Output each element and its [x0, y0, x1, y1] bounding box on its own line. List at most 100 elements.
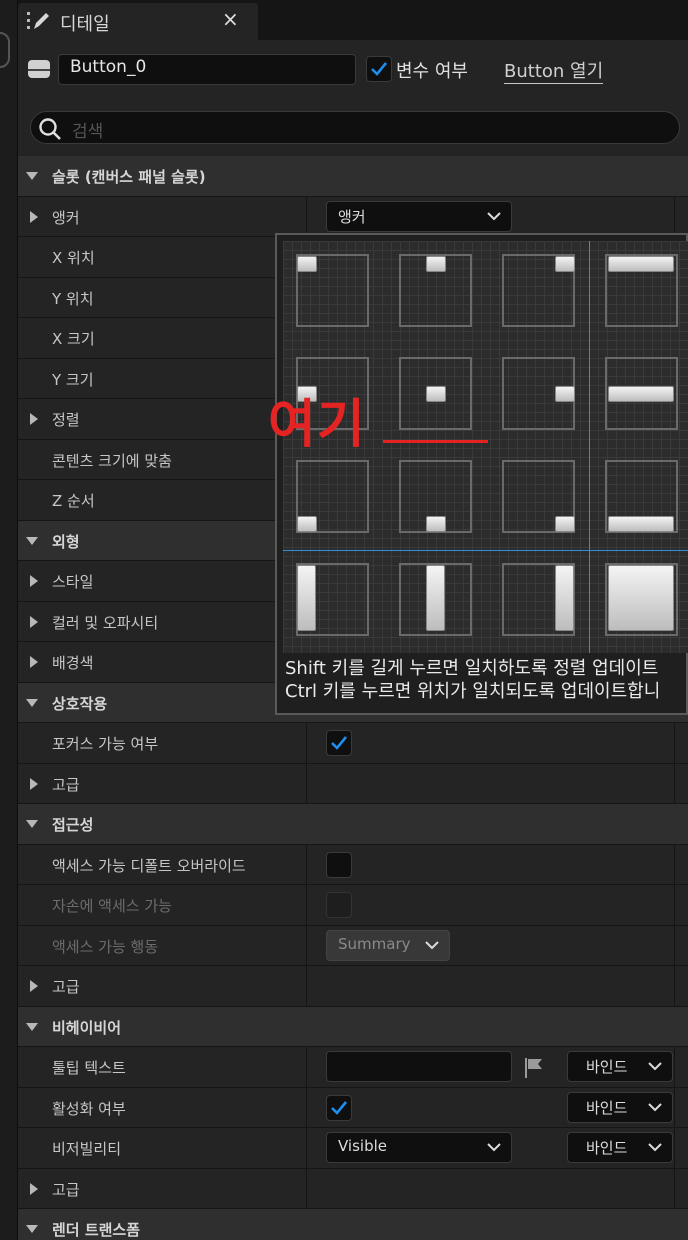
property-label: 비저빌리티 [52, 1140, 122, 1158]
anchor-option-right-stretch[interactable] [489, 550, 589, 650]
expand-arrow-icon[interactable] [26, 1225, 38, 1233]
bind-label: 바인드 [586, 1058, 628, 1076]
property-label: X 크기 [52, 330, 95, 348]
anchor-marker [608, 256, 674, 272]
collapse-arrow-icon[interactable] [30, 615, 38, 628]
anchor-option-top-stretch[interactable] [592, 241, 688, 341]
flag-icon[interactable] [524, 1057, 544, 1079]
open-button-link[interactable]: Button 열기 [504, 57, 604, 84]
anchor-marker [555, 386, 575, 402]
checkmark-icon [331, 736, 348, 750]
column-divider [306, 925, 307, 965]
anchor-option-bottom-right[interactable] [489, 447, 589, 547]
anchor-marker [555, 256, 575, 272]
anchor-option-center[interactable] [386, 344, 486, 444]
collapse-arrow-icon[interactable] [30, 1182, 38, 1195]
anchor-marker [608, 386, 674, 402]
anchor-marker [426, 386, 446, 402]
collapse-arrow-icon[interactable] [30, 413, 38, 425]
anchor-hint-line1: Shift 키를 길게 누르면 일치하도록 정렬 업데이트 [285, 658, 659, 679]
property-checkbox[interactable] [326, 1094, 352, 1121]
property-label: 액세스 가능 행동 [52, 937, 159, 956]
dropdown-value: Summary [338, 934, 411, 953]
expand-arrow-icon[interactable] [26, 698, 38, 707]
category-header[interactable]: 슬롯 (캔버스 패널 슬롯) [18, 156, 688, 197]
chevron-down-icon [487, 1143, 501, 1152]
search-placeholder: 검색 [72, 122, 104, 142]
anchor-popup: Shift 키를 길게 누르면 일치하도록 정렬 업데이트 Ctrl 키를 누르… [275, 233, 688, 715]
tab-bar: 디테일 × [18, 0, 688, 40]
anchor-guide-vertical [589, 241, 590, 653]
expand-arrow-icon[interactable] [26, 172, 38, 180]
tab-details[interactable]: 디테일 × [18, 3, 258, 40]
property-label: Y 위치 [52, 289, 94, 308]
property-row: 활성화 여부 바인드 [18, 1087, 688, 1128]
property-checkbox[interactable] [326, 851, 352, 878]
bind-label: 바인드 [586, 1139, 628, 1157]
anchor-marker [426, 516, 446, 532]
property-label: 스타일 [52, 573, 94, 591]
column-divider [306, 1047, 307, 1087]
column-divider [674, 844, 675, 884]
scroll-knob[interactable] [0, 32, 10, 68]
is-variable-checkbox[interactable] [366, 56, 392, 82]
collapse-arrow-icon[interactable] [30, 777, 38, 790]
column-divider [674, 1128, 675, 1168]
collapse-arrow-icon[interactable] [30, 575, 38, 587]
property-row: 액세스 가능 행동 Summary [18, 925, 688, 966]
property-row[interactable]: 고급 [18, 966, 688, 1007]
anchor-hint-line2: Ctrl 키를 누르면 위치가 일치되도록 업데이트합니 [285, 681, 661, 702]
visibility-dropdown[interactable]: Visible [326, 1132, 512, 1163]
property-label: 고급 [52, 1180, 80, 1199]
category-header[interactable]: 비헤이비어 [18, 1006, 688, 1047]
collapse-arrow-icon[interactable] [30, 656, 38, 668]
anchor-option-top-left[interactable] [283, 241, 383, 341]
anchor-option-bottom-stretch[interactable] [592, 447, 688, 547]
tab-title: 디테일 [60, 14, 110, 35]
column-divider [674, 925, 675, 965]
anchor-option-center-stretch[interactable] [592, 344, 688, 444]
category-header[interactable]: 렌더 트랜스폼 [18, 1209, 688, 1240]
anchor-marker [555, 565, 574, 631]
annotation-underline [383, 440, 488, 443]
left-edge-strip [0, 0, 18, 1240]
tooltip-text-input[interactable] [326, 1051, 512, 1082]
checkmark-icon [371, 62, 388, 76]
anchor-option-left-stretch[interactable] [283, 550, 383, 650]
property-row[interactable]: 앵커 앵커 [18, 196, 688, 237]
property-label: 컬러 및 오파시티 [52, 613, 159, 632]
column-divider [306, 966, 307, 1006]
anchor-option-bottom-left[interactable] [283, 447, 383, 547]
anchor-option-center-right[interactable] [489, 344, 589, 444]
anchor-option-bottom-center[interactable] [386, 447, 486, 547]
bind-button[interactable]: 바인드 [567, 1132, 673, 1163]
anchor-marker [426, 565, 445, 631]
property-row[interactable]: 고급 [18, 1168, 688, 1209]
expand-arrow-icon[interactable] [26, 536, 38, 545]
anchor-marker [608, 565, 674, 631]
access-behavior-dropdown[interactable]: Summary [326, 929, 450, 961]
anchor-dropdown[interactable]: 앵커 [326, 200, 512, 232]
bind-button[interactable]: 바인드 [567, 1091, 673, 1123]
bind-button[interactable]: 바인드 [567, 1051, 673, 1082]
category-header[interactable]: 접근성 [18, 804, 688, 845]
property-row[interactable]: 고급 [18, 763, 688, 804]
anchor-option-top-right[interactable] [489, 241, 589, 341]
anchor-marker [426, 256, 446, 272]
anchor-option-center-vstretch[interactable] [386, 550, 486, 650]
column-divider [674, 763, 675, 803]
expand-arrow-icon[interactable] [26, 1022, 38, 1031]
column-divider [306, 723, 307, 763]
chevron-down-icon [648, 1062, 662, 1071]
is-variable-label: 변수 여부 [396, 61, 468, 82]
search-input[interactable]: 검색 [30, 111, 680, 144]
anchor-option-top-center[interactable] [386, 241, 486, 341]
property-checkbox[interactable] [326, 730, 352, 756]
collapse-arrow-icon[interactable] [30, 980, 38, 992]
anchor-option-fill[interactable] [592, 550, 688, 650]
widget-name-input[interactable]: Button_0 [58, 54, 356, 85]
property-label: 비헤이비어 [52, 1018, 122, 1037]
expand-arrow-icon[interactable] [26, 820, 38, 828]
collapse-arrow-icon[interactable] [30, 210, 38, 223]
close-icon[interactable]: × [222, 7, 239, 31]
